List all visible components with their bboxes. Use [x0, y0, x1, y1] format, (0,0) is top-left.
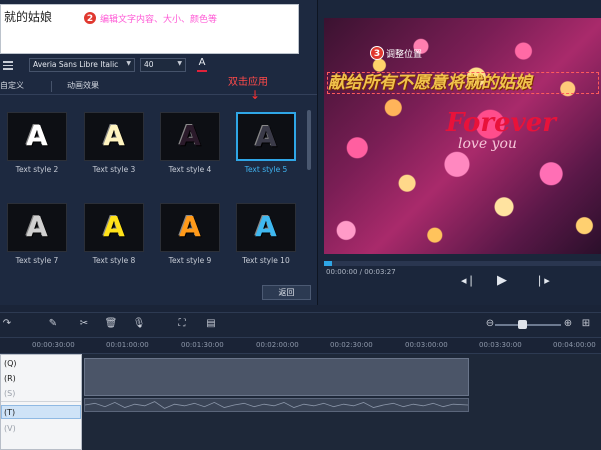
- context-menu-item-s[interactable]: (S): [4, 389, 15, 398]
- text-style-letter: A: [26, 210, 48, 243]
- playback-progress-track[interactable]: [324, 261, 601, 266]
- text-style-label: Text style 9: [168, 256, 212, 265]
- tab-custom[interactable]: 自定义: [0, 80, 24, 91]
- timeline-tick-label: 00:04:00:00: [553, 341, 596, 349]
- text-style-thumbnail[interactable]: A: [236, 203, 296, 252]
- back-button[interactable]: 返回: [262, 285, 311, 300]
- text-style-letter: A: [103, 210, 125, 243]
- delete-icon[interactable]: 🗑: [104, 318, 118, 332]
- text-style-letter: A: [255, 120, 277, 153]
- double-click-hint: 双击应用: [228, 77, 268, 88]
- text-style-label: Text style 2: [15, 165, 59, 174]
- context-menu: (Q) (R) (S) (T) (V): [0, 354, 82, 450]
- text-style-label: Text style 5: [244, 165, 288, 174]
- overlay-title-text[interactable]: 献给所有不愿意将就的姑娘: [327, 72, 599, 94]
- playback-progress-fill: [324, 261, 332, 266]
- text-style-label: Text style 10: [242, 256, 290, 265]
- zoom-in-icon[interactable]: ⊕: [561, 318, 575, 332]
- font-size-value: 40: [144, 60, 154, 69]
- tab-animation[interactable]: 动画效果: [67, 80, 99, 91]
- text-style-thumbnail[interactable]: A: [7, 112, 67, 161]
- context-menu-item-t[interactable]: (T): [4, 408, 15, 417]
- edit-icon[interactable]: ✎: [46, 318, 60, 332]
- settings-icon[interactable]: ▤: [204, 318, 218, 332]
- text-style-letter: A: [103, 119, 125, 152]
- video-clip[interactable]: [84, 358, 469, 396]
- overlay-loveyou-text: love you: [458, 136, 517, 152]
- timeline-tick-label: 00:03:00:00: [405, 341, 448, 349]
- text-style-thumbnail[interactable]: A: [160, 112, 220, 161]
- text-style-label: Text style 3: [92, 165, 136, 174]
- timeline-tick-label: 00:02:00:00: [256, 341, 299, 349]
- timeline-tick-label: 00:03:30:00: [479, 341, 522, 349]
- text-style-letter: A: [179, 210, 201, 243]
- step-2-badge: 2: [83, 11, 97, 25]
- text-style-thumbnail[interactable]: A: [7, 203, 67, 252]
- prev-frame-icon[interactable]: ◂❘: [461, 274, 476, 287]
- context-menu-item-q[interactable]: (Q): [4, 359, 17, 368]
- timecode: 00:00:00 / 00:03:27: [326, 268, 396, 276]
- tab-divider: [51, 81, 52, 92]
- next-frame-icon[interactable]: ❘▸: [535, 274, 550, 287]
- video-preview[interactable]: 3 调整位置 献给所有不愿意将就的姑娘 Forever love you: [324, 18, 601, 254]
- text-content-input[interactable]: 就的姑娘 2 编辑文字内容、大小、颜色等: [0, 4, 299, 54]
- chevron-down-icon: ▼: [177, 60, 182, 67]
- audio-waveform: [84, 401, 469, 409]
- text-style-letter: A: [26, 119, 48, 152]
- context-menu-item-v[interactable]: (V): [4, 424, 16, 433]
- text-style-thumbnail[interactable]: A: [160, 203, 220, 252]
- styles-scrollbar[interactable]: [307, 110, 311, 170]
- text-style-label: Text style 7: [15, 256, 59, 265]
- adjust-position-hint: 调整位置: [386, 50, 423, 60]
- font-color-icon: A: [198, 57, 206, 68]
- font-toolbar: Averia Sans Libre Italic ▼ 40 ▼ A: [0, 57, 317, 75]
- text-style-label: Text style 8: [92, 256, 136, 265]
- play-icon[interactable]: ▶: [497, 273, 507, 288]
- font-color-button[interactable]: A: [195, 57, 209, 72]
- font-family-select[interactable]: Averia Sans Libre Italic ▼: [29, 58, 135, 72]
- text-style-letter: A: [179, 119, 201, 152]
- timeline-tick-label: 00:00:30:00: [32, 341, 75, 349]
- audio-clip[interactable]: [84, 398, 469, 412]
- text-style-label: Text style 4: [168, 165, 212, 174]
- zoom-slider-knob[interactable]: [518, 320, 527, 329]
- text-style-letter: A: [255, 210, 277, 243]
- overlay-forever-text: Forever: [446, 108, 556, 138]
- text-style-thumbnail[interactable]: A: [84, 112, 144, 161]
- timeline-tick-label: 00:01:30:00: [181, 341, 224, 349]
- microphone-icon[interactable]: 🎙: [132, 318, 146, 332]
- timeline-tick-label: 00:01:00:00: [106, 341, 149, 349]
- redo-icon[interactable]: ↷: [0, 318, 14, 332]
- chevron-down-icon: ▼: [126, 60, 131, 67]
- crop-icon[interactable]: ⛶: [175, 318, 189, 332]
- context-menu-item-r[interactable]: (R): [4, 374, 16, 383]
- timeline-tick-label: 00:02:30:00: [330, 341, 373, 349]
- menu-icon[interactable]: [3, 61, 13, 70]
- text-style-thumbnail[interactable]: A: [236, 112, 296, 161]
- cut-icon[interactable]: ✂: [77, 318, 91, 332]
- edit-text-hint: 编辑文字内容、大小、颜色等: [100, 15, 218, 25]
- fit-icon[interactable]: ⊞: [579, 318, 593, 332]
- context-menu-separator: [1, 401, 81, 402]
- zoom-slider-track[interactable]: [495, 324, 561, 326]
- arrow-down-icon: ↓: [250, 88, 261, 102]
- text-content-value: 就的姑娘: [4, 10, 53, 24]
- font-family-value: Averia Sans Libre Italic: [33, 60, 119, 69]
- step-3-badge: 3: [370, 46, 384, 60]
- text-style-thumbnail[interactable]: A: [84, 203, 144, 252]
- font-size-select[interactable]: 40 ▼: [140, 58, 186, 72]
- style-tabs: 自定义 动画效果: [0, 78, 317, 95]
